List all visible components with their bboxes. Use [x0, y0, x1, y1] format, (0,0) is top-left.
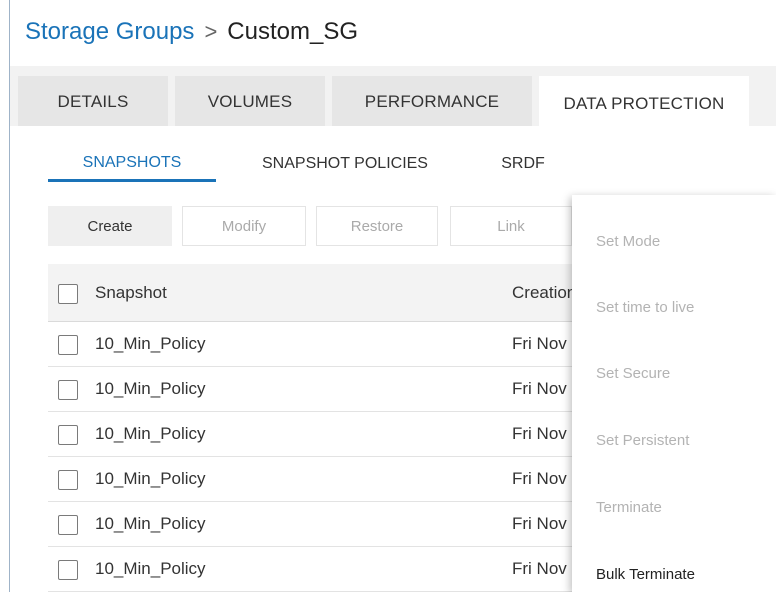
- more-actions-menu: Set Mode Set time to live Set Secure Set…: [572, 195, 776, 592]
- row-checkbox[interactable]: [58, 560, 78, 580]
- subtab-snapshots[interactable]: SNAPSHOTS: [48, 146, 216, 182]
- tab-volumes[interactable]: VOLUMES: [175, 76, 325, 128]
- modify-button[interactable]: Modify: [182, 206, 306, 246]
- table-row[interactable]: 10_Min_Policy Fri Nov 2: [48, 322, 648, 367]
- creation-date: Fri Nov 2: [512, 334, 581, 353]
- snapshot-name: 10_Min_Policy: [95, 469, 206, 488]
- creation-date: Fri Nov 2: [512, 379, 581, 398]
- row-checkbox[interactable]: [58, 335, 78, 355]
- creation-date: Fri Nov 2: [512, 469, 581, 488]
- breadcrumb-storage-groups-link[interactable]: Storage Groups: [25, 18, 194, 46]
- creation-date: Fri Nov 2: [512, 559, 581, 578]
- tab-performance[interactable]: PERFORMANCE: [332, 76, 532, 128]
- menu-item-set-time-to-live[interactable]: Set time to live: [596, 299, 694, 316]
- snapshot-name: 10_Min_Policy: [95, 334, 206, 353]
- menu-item-set-secure[interactable]: Set Secure: [596, 365, 670, 382]
- table-header: Snapshot Creation: [48, 264, 648, 322]
- table-row[interactable]: 10_Min_Policy Fri Nov 2: [48, 457, 648, 502]
- row-checkbox[interactable]: [58, 380, 78, 400]
- tab-details[interactable]: DETAILS: [18, 76, 168, 128]
- menu-item-set-persistent[interactable]: Set Persistent: [596, 432, 689, 449]
- restore-button[interactable]: Restore: [316, 206, 438, 246]
- table-row[interactable]: 10_Min_Policy Fri Nov 2: [48, 412, 648, 457]
- row-checkbox[interactable]: [58, 515, 78, 535]
- subtab-snapshot-policies[interactable]: SNAPSHOT POLICIES: [246, 146, 444, 182]
- snapshot-name: 10_Min_Policy: [95, 424, 206, 443]
- create-button[interactable]: Create: [48, 206, 172, 246]
- creation-date: Fri Nov 2: [512, 424, 581, 443]
- breadcrumb: Storage Groups > Custom_SG: [25, 14, 358, 50]
- snapshot-name: 10_Min_Policy: [95, 514, 206, 533]
- row-checkbox[interactable]: [58, 470, 78, 490]
- table-row[interactable]: 10_Min_Policy Fri Nov 2: [48, 502, 648, 547]
- column-header-creation[interactable]: Creation: [512, 283, 576, 303]
- table-row[interactable]: 10_Min_Policy Fri Nov 2: [48, 367, 648, 412]
- link-button[interactable]: Link: [450, 206, 572, 246]
- subtab-srdf[interactable]: SRDF: [490, 146, 556, 182]
- column-header-snapshot[interactable]: Snapshot: [95, 283, 167, 303]
- snapshot-name: 10_Min_Policy: [95, 379, 206, 398]
- menu-item-bulk-terminate[interactable]: Bulk Terminate: [596, 566, 695, 583]
- row-checkbox[interactable]: [58, 425, 78, 445]
- breadcrumb-current-page: Custom_SG: [227, 18, 359, 45]
- snapshot-name: 10_Min_Policy: [95, 559, 206, 578]
- table-row[interactable]: 10_Min_Policy Fri Nov 2: [48, 547, 648, 592]
- menu-item-terminate[interactable]: Terminate: [596, 499, 662, 516]
- breadcrumb-separator: >: [204, 19, 218, 44]
- creation-date: Fri Nov 2: [512, 514, 581, 533]
- select-all-checkbox[interactable]: [58, 284, 78, 304]
- menu-item-set-mode[interactable]: Set Mode: [596, 233, 660, 250]
- tab-data-protection[interactable]: DATA PROTECTION: [539, 76, 749, 132]
